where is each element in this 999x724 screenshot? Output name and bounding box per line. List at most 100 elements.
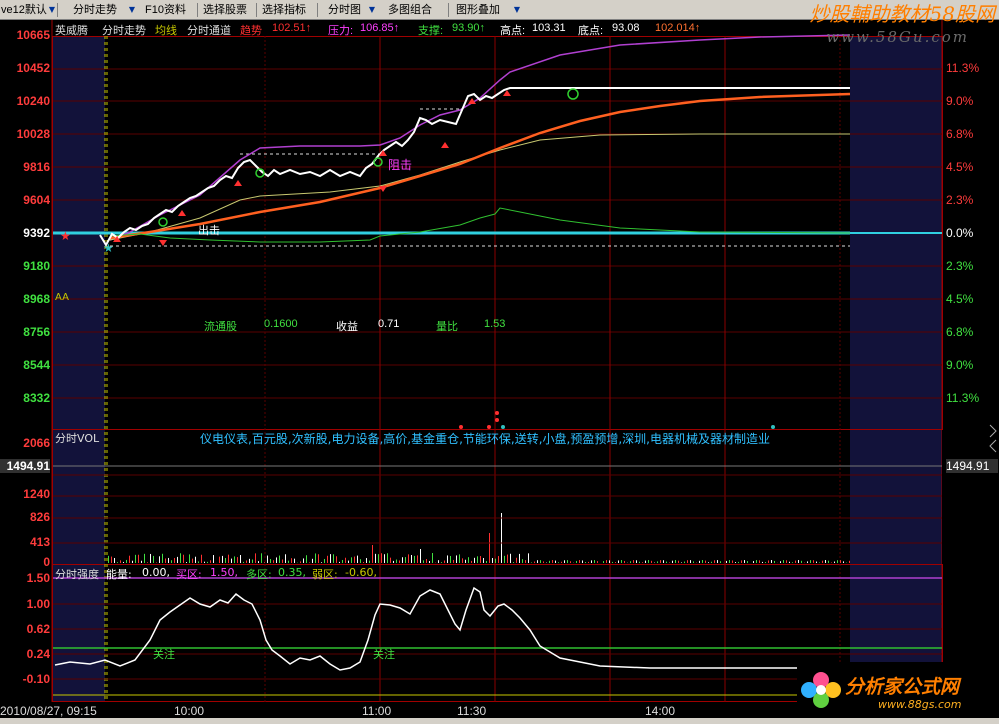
- select-stock-button[interactable]: 选择股票: [203, 2, 247, 18]
- volume-bar: [330, 554, 331, 563]
- pct-tick: 2.3%: [946, 193, 974, 207]
- volume-bar: [210, 560, 211, 563]
- price-tick: 9180: [23, 259, 50, 273]
- volume-bar: [150, 553, 151, 563]
- volume-bar: [603, 561, 604, 563]
- volume-bar: [567, 560, 568, 563]
- intraday-button[interactable]: 分时走势: [73, 2, 117, 18]
- star-marker-open: ★: [103, 241, 114, 255]
- volume-bar: [699, 560, 700, 563]
- volume-bar: [270, 558, 271, 563]
- volume-bar: [480, 556, 481, 563]
- volume-bar: [372, 545, 373, 563]
- volume-bar: [849, 560, 850, 563]
- eps-label: 收益: [336, 321, 358, 333]
- volume-bar: [498, 556, 499, 563]
- overlay-dropdown-arrow[interactable]: ▼: [512, 3, 522, 17]
- volume-bar: [753, 561, 754, 563]
- volume-bar: [822, 560, 823, 563]
- volume-bar: [474, 557, 475, 563]
- overlay-button[interactable]: 图形叠加: [456, 2, 500, 18]
- spike-marker-4: [501, 425, 505, 429]
- volume-bar: [630, 561, 631, 563]
- volume-bar: [153, 555, 154, 563]
- multi-chart-button[interactable]: 多图组合: [388, 2, 432, 18]
- toolbar-separator: [256, 3, 257, 17]
- volume-bar: [288, 560, 289, 563]
- volume-bar: [570, 561, 571, 563]
- volume-bar: [411, 554, 412, 563]
- volume-bar: [171, 560, 172, 563]
- stock-name: 英威腾: [55, 25, 88, 37]
- volume-bar: [780, 561, 781, 563]
- volume-bar: [540, 560, 541, 563]
- high-label: 高点:: [500, 25, 526, 37]
- volume-bar: [702, 560, 703, 563]
- chart-canvas[interactable]: ★ ★: [0, 20, 999, 724]
- vol-tick: 0: [43, 555, 50, 569]
- volume-bar: [450, 555, 451, 563]
- volume-bar: [273, 560, 274, 563]
- volume-bar: [705, 560, 706, 563]
- pressure-line: [109, 34, 851, 241]
- volume-bar: [471, 560, 472, 563]
- f10-button[interactable]: F10资料: [145, 2, 186, 18]
- volume-bar: [504, 555, 505, 563]
- volume-bar: [192, 558, 193, 563]
- volume-bar: [321, 562, 322, 563]
- intraday-chart-button[interactable]: 分时图: [328, 2, 361, 18]
- volume-bar: [579, 560, 580, 563]
- low-value: 93.08: [612, 22, 640, 34]
- volume-bar: [462, 558, 463, 563]
- volume-bar: [807, 561, 808, 563]
- pct-tick: 4.5%: [946, 292, 974, 306]
- chart-dropdown-arrow[interactable]: ▼: [367, 3, 377, 17]
- volume-bar: [798, 560, 799, 563]
- volume-bar: [120, 560, 121, 563]
- volume-bar: [420, 549, 421, 563]
- volume-bar: [594, 560, 595, 563]
- eps-value: 0.71: [378, 318, 400, 330]
- weak-zone-value: -0.60,: [345, 566, 377, 579]
- select-indicator-button[interactable]: 选择指标: [262, 2, 306, 18]
- volume-bar: [732, 560, 733, 563]
- volume-bar: [714, 560, 715, 563]
- volume-bar: [423, 560, 424, 563]
- volume-bar: [576, 560, 577, 563]
- volume-bar: [312, 558, 313, 563]
- volume-bar: [417, 555, 418, 563]
- pct-tick: 11.3%: [946, 61, 980, 75]
- volume-bar: [669, 562, 670, 563]
- volume-bar: [783, 560, 784, 563]
- star-marker-left: ★: [60, 229, 71, 243]
- volume-bar: [828, 560, 829, 563]
- time-grid: [379, 36, 726, 702]
- volume-bar: [513, 562, 514, 563]
- pct-tick: 6.8%: [946, 325, 974, 339]
- volume-bar: [789, 561, 790, 563]
- layout-dropdown-arrow[interactable]: ▼: [47, 3, 57, 17]
- toolbar-separator: [448, 3, 449, 17]
- spike-marker-1: [495, 411, 499, 415]
- pct-tick: 6.8%: [946, 127, 974, 141]
- volume-bar: [810, 560, 811, 563]
- volume-bar: [834, 561, 835, 563]
- volume-bar: [552, 560, 553, 563]
- volume-bar: [234, 556, 235, 563]
- date-time-readout: 2010/08/27, 09:15: [0, 704, 97, 718]
- intraday-dropdown-arrow[interactable]: ▼: [127, 3, 137, 17]
- volume-bar: [507, 554, 508, 563]
- volume-bar: [684, 561, 685, 563]
- volume-bar: [393, 560, 394, 563]
- layout-selector[interactable]: ve12默认: [1, 2, 47, 18]
- volume-bar: [126, 559, 127, 563]
- afterhours-shade: [850, 36, 942, 701]
- time-grid-dotted: [264, 36, 841, 702]
- vr-label: 量比: [436, 321, 458, 333]
- energy-value: 0.00,: [142, 566, 170, 579]
- time-tick: 14:00: [645, 704, 676, 718]
- volume-bar: [279, 555, 280, 563]
- bottom-watermark-url: www.88gs.com: [878, 698, 962, 711]
- volume-panel-frame: [52, 429, 943, 565]
- volume-bar: [195, 556, 196, 563]
